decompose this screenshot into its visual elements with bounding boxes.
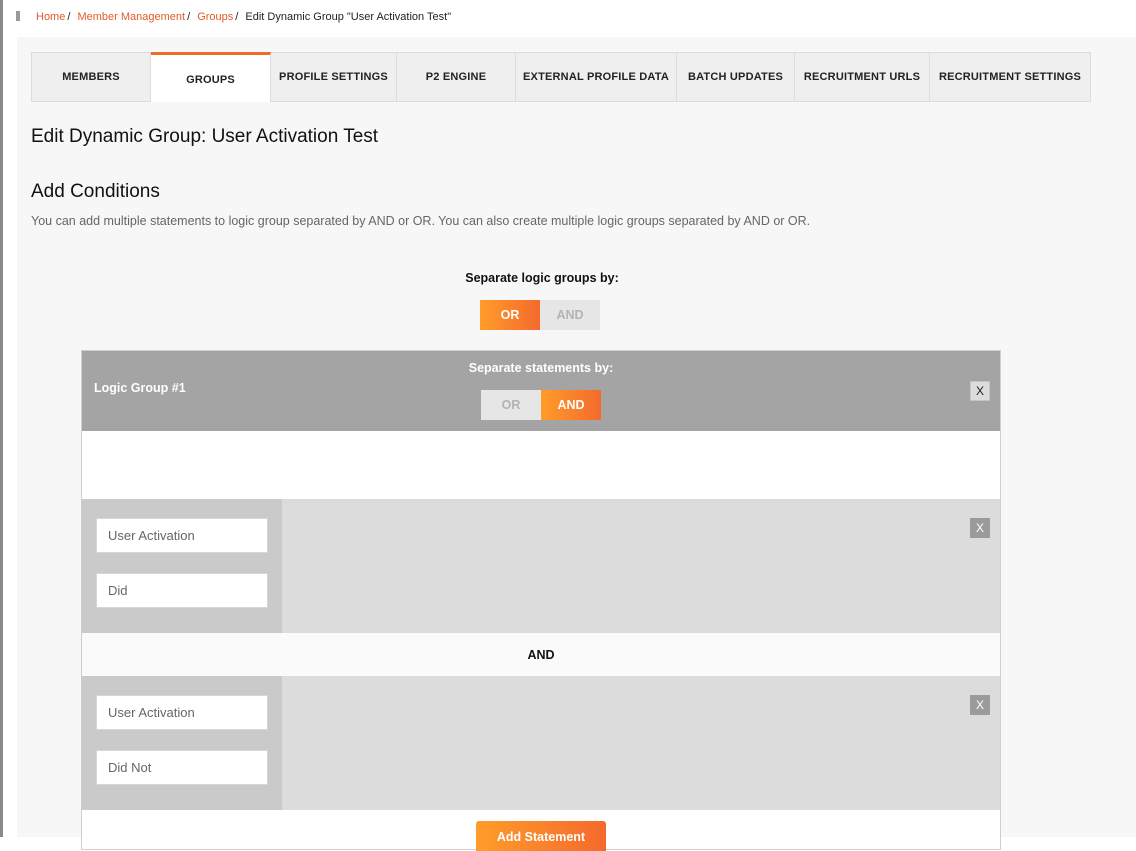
group-separator-toggle: OR AND xyxy=(480,300,600,330)
breadcrumb-groups[interactable]: Groups xyxy=(197,11,233,23)
tab-external-profile-data[interactable]: EXTERNAL PROFILE DATA xyxy=(516,53,677,101)
statement-fields: User Activation Did xyxy=(82,499,282,633)
logic-group: Logic Group #1 Separate statements by: O… xyxy=(81,350,1001,851)
breadcrumb-separator: / xyxy=(187,11,191,23)
section-description: You can add multiple statements to logic… xyxy=(31,214,811,228)
statement-field-select[interactable]: User Activation xyxy=(96,695,268,730)
statement-separator-toggle: OR AND xyxy=(481,390,601,420)
collapse-handle-icon[interactable] xyxy=(16,11,20,21)
logic-group-header: Logic Group #1 Separate statements by: O… xyxy=(82,351,1000,431)
group-separator-or-button[interactable]: OR xyxy=(480,300,540,330)
remove-statement-button[interactable]: X xyxy=(970,695,990,715)
tab-groups[interactable]: GROUPS xyxy=(151,52,271,102)
tab-profile-settings[interactable]: PROFILE SETTINGS xyxy=(271,53,397,101)
remove-statement-button[interactable]: X xyxy=(970,518,990,538)
breadcrumb: Home / Member Management / Groups / Edit Dy… xyxy=(36,11,451,24)
statement-field-select[interactable]: User Activation xyxy=(96,518,268,553)
left-rail xyxy=(0,0,3,837)
breadcrumb-member-management[interactable]: Member Management xyxy=(77,11,185,23)
breadcrumb-current: Edit Dynamic Group "User Activation Test… xyxy=(245,11,452,23)
tab-bar: MEMBERS GROUPS PROFILE SETTINGS P2 ENGIN… xyxy=(31,52,1091,102)
statement-separator-label: Separate statements by: xyxy=(468,361,614,375)
tab-members[interactable]: MEMBERS xyxy=(32,53,151,101)
statement-separator-or-button[interactable]: OR xyxy=(481,390,541,420)
breadcrumb-separator: / xyxy=(67,11,71,23)
breadcrumb-home[interactable]: Home xyxy=(36,11,65,23)
remove-logic-group-button[interactable]: X xyxy=(970,381,990,401)
main-content: MEMBERS GROUPS PROFILE SETTINGS P2 ENGIN… xyxy=(17,37,1136,851)
group-separator-and-button[interactable]: AND xyxy=(540,300,600,330)
statement-separator-and-button[interactable]: AND xyxy=(541,390,601,420)
statement-operator-select[interactable]: Did xyxy=(96,573,268,608)
page-title: Edit Dynamic Group: User Activation Test xyxy=(31,126,379,147)
statement-fields: User Activation Did Not xyxy=(82,676,282,810)
logic-group-title: Logic Group #1 xyxy=(94,381,186,395)
statement-divider: AND xyxy=(82,633,1000,676)
add-statement-button[interactable]: Add Statement xyxy=(476,821,606,851)
statement-row: User Activation Did Not X xyxy=(82,676,1000,810)
statement-row: User Activation Did X xyxy=(82,499,1000,633)
section-title: Add Conditions xyxy=(31,181,160,202)
breadcrumb-separator: / xyxy=(235,11,239,23)
statement-operator-select[interactable]: Did Not xyxy=(96,750,268,785)
tab-batch-updates[interactable]: BATCH UPDATES xyxy=(677,53,795,101)
tab-recruitment-urls[interactable]: RECRUITMENT URLS xyxy=(795,53,930,101)
tab-recruitment-settings[interactable]: RECRUITMENT SETTINGS xyxy=(930,53,1090,101)
tab-p2-engine[interactable]: P2 ENGINE xyxy=(397,53,516,101)
group-separator-label: Separate logic groups by: xyxy=(465,271,619,285)
